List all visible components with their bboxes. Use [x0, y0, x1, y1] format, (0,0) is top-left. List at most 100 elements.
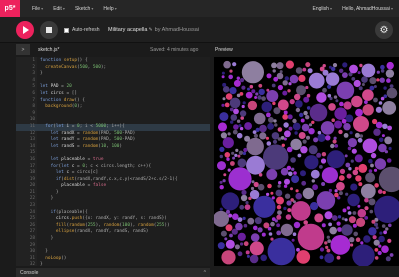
- play-button[interactable]: [16, 21, 34, 39]
- preview-circle: [375, 106, 382, 113]
- code-token: random: [82, 143, 99, 149]
- preview-circle: [266, 192, 270, 196]
- code-line[interactable]: 31 noLoop(): [16, 256, 210, 263]
- preview-circle: [321, 223, 326, 228]
- code-line[interactable]: 32}: [16, 262, 210, 266]
- code-line[interactable]: 10: [16, 117, 210, 124]
- code-line[interactable]: 2 createCanvas(500, 500);: [16, 65, 210, 72]
- preview-circle: [227, 132, 231, 136]
- code-line[interactable]: 13 let randY = random(PAD, 500-PAD): [16, 137, 210, 144]
- sidebar-toggle-button[interactable]: >: [16, 44, 30, 55]
- preview-circle: [266, 73, 272, 79]
- preview-circle: [374, 248, 379, 252]
- code-line[interactable]: 5 let PAD = 20: [16, 84, 210, 91]
- p5-logo[interactable]: p5*: [0, 0, 20, 17]
- sketch-name[interactable]: Military acapella: [108, 27, 147, 33]
- code-lines[interactable]: 1 function setup() {2 createCanvas(500, 5…: [16, 58, 210, 266]
- preview-circle: [375, 226, 379, 230]
- code-line[interactable]: 1 function setup() {: [16, 58, 210, 65]
- preview-circle: [279, 70, 283, 74]
- stop-button[interactable]: [40, 21, 58, 39]
- preview-circle: [298, 132, 306, 139]
- preview-circle: [235, 222, 243, 231]
- pencil-icon[interactable]: ✎: [148, 27, 152, 33]
- code-line[interactable]: 3}: [16, 71, 210, 78]
- gear-icon[interactable]: ⚙: [375, 21, 393, 39]
- console-bar[interactable]: Console ^: [16, 268, 210, 277]
- preview-circle: [341, 217, 345, 221]
- line-number: 20: [29, 183, 35, 189]
- file-tab-sketch[interactable]: sketch.js*: [38, 47, 59, 53]
- auto-refresh-checkbox[interactable]: [64, 27, 69, 33]
- preview-circle: [355, 175, 362, 182]
- preview-circle: [380, 64, 385, 70]
- code-line[interactable]: 16 let placeable = true: [16, 157, 210, 164]
- language-menu[interactable]: English: [313, 6, 333, 12]
- menu-sketch[interactable]: Sketch: [75, 6, 93, 12]
- preview-circle: [338, 191, 343, 196]
- sketch-preview[interactable]: [214, 57, 399, 266]
- preview-circle: [250, 186, 255, 191]
- preview-circle: [282, 80, 288, 86]
- menu-file[interactable]: File: [32, 6, 43, 12]
- user-menu[interactable]: Hello, AhmadHoussai: [342, 6, 393, 12]
- preview-circle: [351, 148, 357, 154]
- preview-circle: [373, 128, 381, 136]
- code-token: 255: [87, 222, 96, 228]
- preview-circle: [239, 204, 245, 210]
- preview-circle: [308, 72, 325, 89]
- code-line[interactable]: 14 let randS = random(10, 100): [16, 144, 210, 151]
- code-line[interactable]: 6 let circs = []: [16, 91, 210, 98]
- preview-circle: [321, 152, 327, 157]
- preview-circle: [364, 100, 368, 104]
- preview-circle: [324, 241, 328, 245]
- code-line[interactable]: 20 placeable = false: [16, 183, 210, 190]
- code-line[interactable]: 30 }: [16, 249, 210, 256]
- code-line[interactable]: 28 }: [16, 236, 210, 243]
- preview-circle: [317, 133, 326, 142]
- preview-circle: [266, 141, 272, 146]
- preview-circle: [342, 208, 347, 213]
- chevron-up-icon[interactable]: ^: [204, 270, 206, 276]
- preview-circle: [322, 87, 327, 93]
- line-number: 6: [32, 90, 35, 96]
- preview-circle: [219, 185, 224, 190]
- code-line[interactable]: 15: [16, 150, 210, 157]
- preview-circle: [317, 130, 322, 135]
- preview-circle: [378, 235, 385, 243]
- preview-circle: [296, 250, 311, 264]
- preview-circle: [278, 181, 282, 185]
- preview-circle: [382, 101, 397, 115]
- code-text: let randY = random(PAD, 500-PAD): [40, 137, 136, 144]
- preview-circle: [306, 135, 310, 140]
- preview-circle: [240, 116, 244, 120]
- code-line[interactable]: 9: [16, 111, 210, 118]
- preview-circle: [327, 84, 332, 89]
- preview-circle: [289, 99, 295, 105]
- menu-edit[interactable]: Edit: [53, 6, 65, 12]
- code-line[interactable]: 18 let c = circs[c]: [16, 170, 210, 177]
- preview-circle: [319, 255, 324, 260]
- preview-circle: [244, 122, 252, 130]
- preview-circle: [267, 237, 296, 266]
- preview-circle: [305, 62, 311, 68]
- code-editor[interactable]: 1 function setup() {2 createCanvas(500, 5…: [16, 57, 210, 266]
- code-line[interactable]: 8 background(0);: [16, 104, 210, 111]
- code-line[interactable]: 22 }: [16, 196, 210, 203]
- code-line[interactable]: 23: [16, 203, 210, 210]
- sketch-author[interactable]: by AhmadHoussai: [155, 27, 199, 33]
- code-line[interactable]: 25 circs.push({x: randX, y: randY, s: ra…: [16, 216, 210, 223]
- code-line[interactable]: 11 for(let i = 0; i < 5000; i++){: [16, 123, 210, 131]
- preview-circle: [294, 131, 298, 135]
- code-token: 500: [114, 137, 123, 143]
- preview-circle: [259, 124, 267, 133]
- code-text: for(let i = 0; i < 5000; i++){: [40, 124, 124, 131]
- preview-circle: [327, 239, 332, 244]
- line-number: 23: [29, 203, 35, 209]
- preview-circle: [328, 188, 332, 193]
- line-number: 30: [29, 249, 35, 255]
- preview-circle: [311, 120, 315, 124]
- auto-refresh-toggle[interactable]: Auto-refresh: [64, 27, 100, 33]
- preview-circle: [337, 227, 342, 232]
- menu-help[interactable]: Help: [103, 6, 116, 12]
